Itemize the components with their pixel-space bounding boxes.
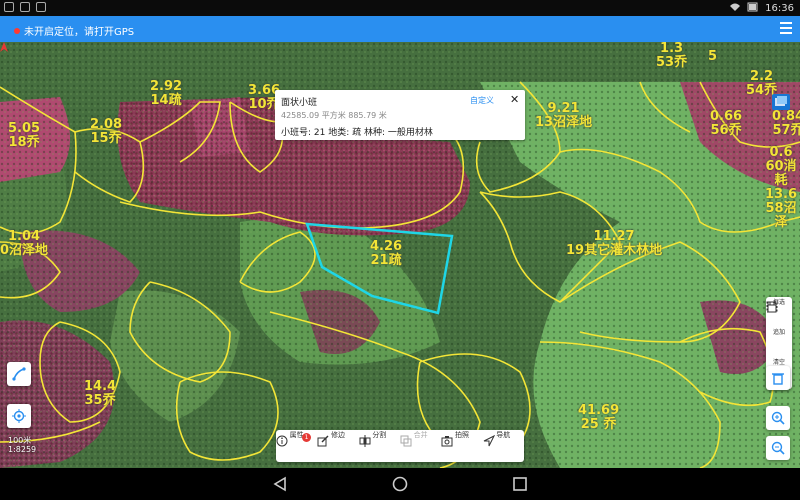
home-icon[interactable] — [392, 476, 408, 492]
route-icon — [12, 367, 26, 381]
map-label: 0.84 57乔 — [772, 109, 800, 138]
menu-icon[interactable] — [780, 22, 792, 34]
map-label: 2.92 14疏 — [150, 79, 183, 108]
back-icon[interactable] — [272, 476, 288, 492]
custom-button[interactable]: 自定义 — [470, 95, 494, 106]
map-label: 9.21 13沼泽地 — [535, 101, 593, 130]
battery-icon — [747, 2, 759, 15]
app-bar: 未开启定位，请打开GPS — [0, 16, 800, 42]
map-label: 1.3 53乔 — [656, 42, 688, 70]
camera-icon — [441, 436, 453, 447]
track-button[interactable] — [7, 362, 31, 386]
map-label: 1.04 0沼泽地 — [0, 229, 49, 258]
compass-icon[interactable] — [0, 42, 8, 52]
layers-button[interactable] — [772, 94, 790, 110]
navigation-icon — [483, 435, 495, 447]
split-icon — [359, 435, 371, 447]
map-label: 41.69 25 乔 — [578, 403, 620, 432]
zoom-in-icon — [771, 411, 785, 425]
layers-icon — [775, 96, 787, 106]
attribute-badge: 1 — [302, 433, 311, 442]
map-label: 11.27 19其它灌木林地 — [566, 229, 663, 258]
trash-icon — [772, 373, 784, 385]
clock: 16:36 — [765, 3, 794, 14]
locate-icon — [12, 409, 26, 423]
map-label: 14.4 35乔 — [84, 379, 117, 408]
info-icon — [276, 435, 288, 447]
scale-indicator: 100米 1:8259 — [8, 436, 37, 454]
map-label: 0.66 56乔 — [710, 109, 743, 138]
merge-button[interactable]: 合并 — [400, 430, 441, 462]
zoom-out-button[interactable] — [766, 436, 790, 460]
parcel-popup: 面状小班 自定义 ✕ 42585.09 平方米 885.79 米 小班号: 21… — [275, 90, 525, 140]
close-icon[interactable]: ✕ — [510, 93, 519, 106]
status-bar: 16:36 — [0, 0, 800, 16]
locate-button[interactable] — [7, 404, 31, 428]
map-view[interactable]: 5.05 18乔 2.08 15乔 2.92 14疏 3.66 10乔 1.04… — [0, 42, 800, 468]
edit-boundary-button[interactable]: 修边 — [317, 430, 358, 462]
photo-button[interactable]: 拍照 — [441, 430, 482, 462]
popup-area: 42585.09 平方米 885.79 米 — [281, 111, 387, 120]
gps-message: 未开启定位，请打开GPS — [24, 27, 135, 38]
map-label: 5 — [708, 49, 718, 64]
clear-icon — [767, 301, 777, 313]
map-label: 5.05 18乔 — [8, 121, 41, 150]
edit-icon — [317, 435, 329, 447]
map-label: 13.6 58沼泽 — [764, 187, 798, 230]
popup-info: 小班号: 21 地类: 疏 林种: 一般用材林 — [281, 128, 433, 138]
system-nav-bar — [0, 468, 800, 500]
append-button[interactable]: 追加 — [766, 301, 792, 357]
zoom-in-button[interactable] — [766, 406, 790, 430]
popup-title: 面状小班 — [281, 98, 318, 108]
gps-warning[interactable]: 未开启定位，请打开GPS — [14, 23, 134, 38]
edit-toolbar: 1 属性 修边 分割 合并 拍照 导航 — [276, 430, 524, 462]
notification-icon — [4, 2, 14, 12]
wifi-icon — [729, 2, 741, 15]
image-icon — [20, 2, 30, 12]
map-label: 2.08 15乔 — [90, 117, 123, 146]
navigate-button[interactable]: 导航 — [483, 430, 524, 462]
map-label: 0.6 60消耗 — [765, 145, 797, 188]
recents-icon[interactable] — [512, 476, 528, 492]
gps-off-icon — [14, 27, 20, 34]
merge-icon — [400, 435, 412, 447]
split-button[interactable]: 分割 — [359, 430, 400, 462]
attribute-button[interactable]: 1 属性 — [276, 430, 317, 462]
map-label: 4.26 21疏 — [370, 239, 403, 268]
zoom-out-icon — [771, 441, 785, 455]
game-icon — [36, 2, 46, 12]
delete-button[interactable] — [766, 366, 790, 390]
